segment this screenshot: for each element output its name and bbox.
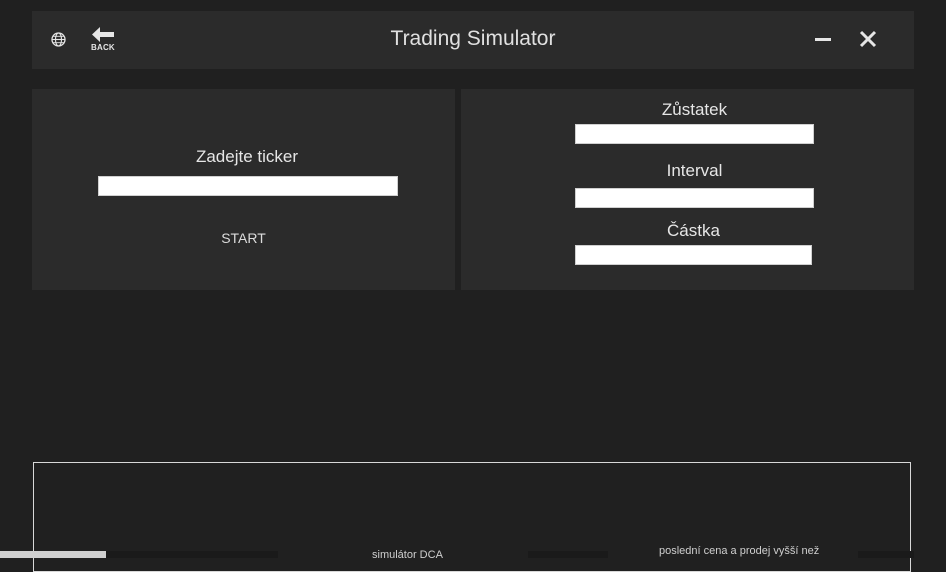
balance-input[interactable] (575, 124, 814, 144)
ticker-panel: Zadejte ticker START (32, 89, 455, 290)
ticker-label: Zadejte ticker (195, 147, 299, 166)
close-icon[interactable] (859, 30, 877, 48)
ticker-input[interactable] (98, 176, 398, 196)
start-button[interactable]: START (32, 230, 455, 246)
amount-input[interactable] (575, 245, 812, 265)
scroll-strip-segment (858, 551, 914, 558)
results-text-left: simulátor DCA (372, 549, 443, 561)
results-text-right: poslední cena a prodej vyšší než (659, 545, 820, 557)
minimize-icon[interactable] (815, 38, 831, 41)
interval-label: Interval (666, 161, 723, 180)
balance-label: Zůstatek (661, 100, 728, 119)
interval-input[interactable] (575, 188, 814, 208)
title-bar: BACK Trading Simulator (32, 11, 914, 69)
scroll-strip-segment (528, 551, 608, 558)
settings-panel: Zůstatek Interval Částka (461, 89, 914, 290)
amount-label: Částka (667, 221, 720, 240)
window-title: Trading Simulator (390, 27, 556, 50)
scroll-strip (0, 551, 106, 558)
scroll-strip-segment (106, 551, 278, 558)
